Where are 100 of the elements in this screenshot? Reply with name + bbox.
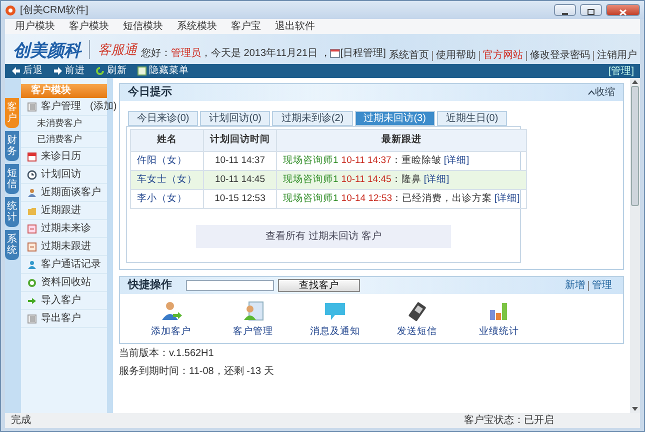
folder-icon [27, 206, 37, 216]
side-tab[interactable]: 系统 [5, 230, 19, 260]
minimize-button[interactable] [554, 4, 576, 16]
tab[interactable]: 计划回访(0) [200, 111, 270, 126]
shortcut-link[interactable]: 客户管理 [212, 300, 294, 340]
menu-item[interactable]: 客户宝 [231, 19, 261, 34]
sidebar-item[interactable]: 来诊日历 [21, 148, 107, 166]
column-header: 最新跟进 [276, 130, 526, 152]
close-button[interactable] [606, 4, 640, 16]
panel-link[interactable]: 管理 [588, 280, 615, 290]
table-cell: 10-11 14:45 [204, 170, 276, 190]
follow-note: ：隆鼻 [391, 174, 422, 185]
customer-link[interactable]: 仵阳（女） [137, 154, 187, 166]
scroll-thumb[interactable] [631, 86, 639, 206]
side-tab[interactable]: 统计 [5, 197, 19, 227]
arrow-icon [27, 296, 37, 306]
version-text: 当前版本：v.1.562H1 [119, 346, 215, 362]
header-link[interactable]: 系统首页 [386, 51, 432, 61]
menu-item[interactable]: 退出软件 [275, 19, 315, 34]
follow-time: 10-14 12:53 [341, 192, 392, 204]
user-name: 管理员 [171, 47, 201, 61]
panel-link[interactable]: 新增 [562, 280, 588, 290]
detail-link[interactable]: [详细] [444, 154, 470, 166]
calendar-icon [27, 242, 37, 252]
menu-item[interactable]: 短信模块 [123, 19, 163, 34]
list-icon [27, 102, 37, 112]
add-person-icon [159, 300, 183, 322]
manage-link[interactable]: [管理] [608, 64, 634, 78]
sidebar-item[interactable]: 计划回访 [21, 166, 107, 184]
customer-link[interactable]: 车女士（女） [137, 174, 197, 185]
person-icon [27, 188, 37, 198]
close-icon [619, 8, 627, 16]
sidebar-item[interactable]: 近期面谈客户 [21, 184, 107, 202]
date-text: ，今天是 2013年11月21日 ， [201, 47, 330, 61]
panel-title: 今日提示 [128, 85, 172, 100]
calendar-icon [330, 49, 340, 58]
sidebar-item-label[interactable]: 客户管理 [41, 99, 81, 114]
header-link[interactable]: 使用帮助 [432, 51, 479, 61]
toolbar-button[interactable]: 后退 [11, 64, 43, 78]
panel-title: 快捷操作 [128, 278, 172, 294]
side-tab[interactable]: 财务 [5, 131, 19, 161]
shortcut-link[interactable]: 业绩统计 [458, 300, 540, 340]
sidebar-item[interactable]: 过期未跟进 [21, 238, 107, 256]
tab[interactable]: 今日来诊(0) [128, 111, 198, 126]
toolbar-button[interactable]: 刷新 [95, 64, 127, 78]
maximize-icon [587, 9, 595, 16]
side-tab[interactable]: 短信 [5, 164, 19, 194]
staff-name: 现场咨询师1 [283, 154, 338, 166]
sidebar-item[interactable]: 客户通话记录 [21, 256, 107, 274]
greeting-label: 您好： [141, 47, 171, 61]
clock-icon [27, 170, 37, 180]
speech-bubble-icon [323, 300, 347, 322]
sidebar-link[interactable]: 未消费客户 [21, 116, 107, 132]
header-link[interactable]: 修改登录密码 [526, 51, 593, 61]
sidebar-item[interactable]: 导出客户 [21, 310, 107, 328]
scrollbar[interactable] [630, 78, 640, 413]
sidebar-item[interactable]: 过期未来诊 [21, 220, 107, 238]
status-text: 客户宝状态：已开启 [464, 414, 554, 428]
search-button[interactable]: 查找客户 [278, 279, 360, 292]
toolbar-button[interactable]: 隐藏菜单 [137, 64, 189, 78]
logo-text: 创美颜科 [13, 42, 81, 59]
menu-item[interactable]: 系统模块 [177, 19, 217, 34]
header-link[interactable]: 官方网站 [478, 51, 526, 61]
sidebar-link[interactable]: 已消费客户 [21, 132, 107, 148]
follow-time: 10-11 14:45 [341, 174, 392, 185]
follow-note: ：重睑除皱 [391, 154, 442, 166]
schedule-link[interactable]: [日程管理] [330, 46, 386, 61]
tab[interactable]: 近期生日(0) [436, 111, 508, 126]
list-icon [27, 314, 37, 324]
view-all-button[interactable]: 查看所有 过期未回访 客户 [196, 225, 451, 248]
detail-link[interactable]: [详细] [424, 174, 450, 185]
sidebar-item[interactable]: 导入客户 [21, 292, 107, 310]
shortcut-link[interactable]: 发送短信 [376, 300, 458, 340]
column-header: 姓名 [130, 130, 204, 152]
add-link[interactable]: (添加) [90, 99, 117, 114]
sidebar-item[interactable]: 近期跟进 [21, 202, 107, 220]
sidebar-item[interactable]: 资料回收站 [21, 274, 107, 292]
toolbar-button[interactable]: 前进 [53, 64, 85, 78]
status-text: 完成 [11, 414, 31, 428]
detail-link[interactable]: [详细] [494, 192, 520, 204]
person-icon [27, 260, 37, 270]
staff-name: 现场咨询师1 [283, 174, 338, 185]
menu-item[interactable]: 客户模块 [69, 19, 109, 34]
collapse-link[interactable]: 收缩 [588, 85, 615, 100]
tab[interactable]: 过期未回访(3) [354, 111, 435, 126]
window-title: [创美CRM软件] [20, 4, 88, 18]
calendar-icon [27, 152, 37, 162]
tab[interactable]: 过期未到诊(2) [272, 111, 353, 126]
chevron-up-icon [588, 90, 595, 95]
menu-item[interactable]: 用户模块 [15, 19, 55, 34]
header-link[interactable]: 注销用户 [592, 51, 640, 61]
column-header: 计划回访时间 [204, 130, 276, 152]
calendar-icon [27, 224, 37, 234]
maximize-button[interactable] [580, 4, 602, 16]
sidebar-title: 客户模块 [21, 84, 107, 98]
search-field[interactable] [186, 280, 274, 291]
customer-link[interactable]: 李小（女） [137, 192, 187, 204]
shortcut-link[interactable]: 消息及通知 [294, 300, 376, 340]
shortcut-link[interactable]: 添加客户 [130, 300, 212, 340]
follow-time: 10-11 14:37 [341, 154, 392, 166]
